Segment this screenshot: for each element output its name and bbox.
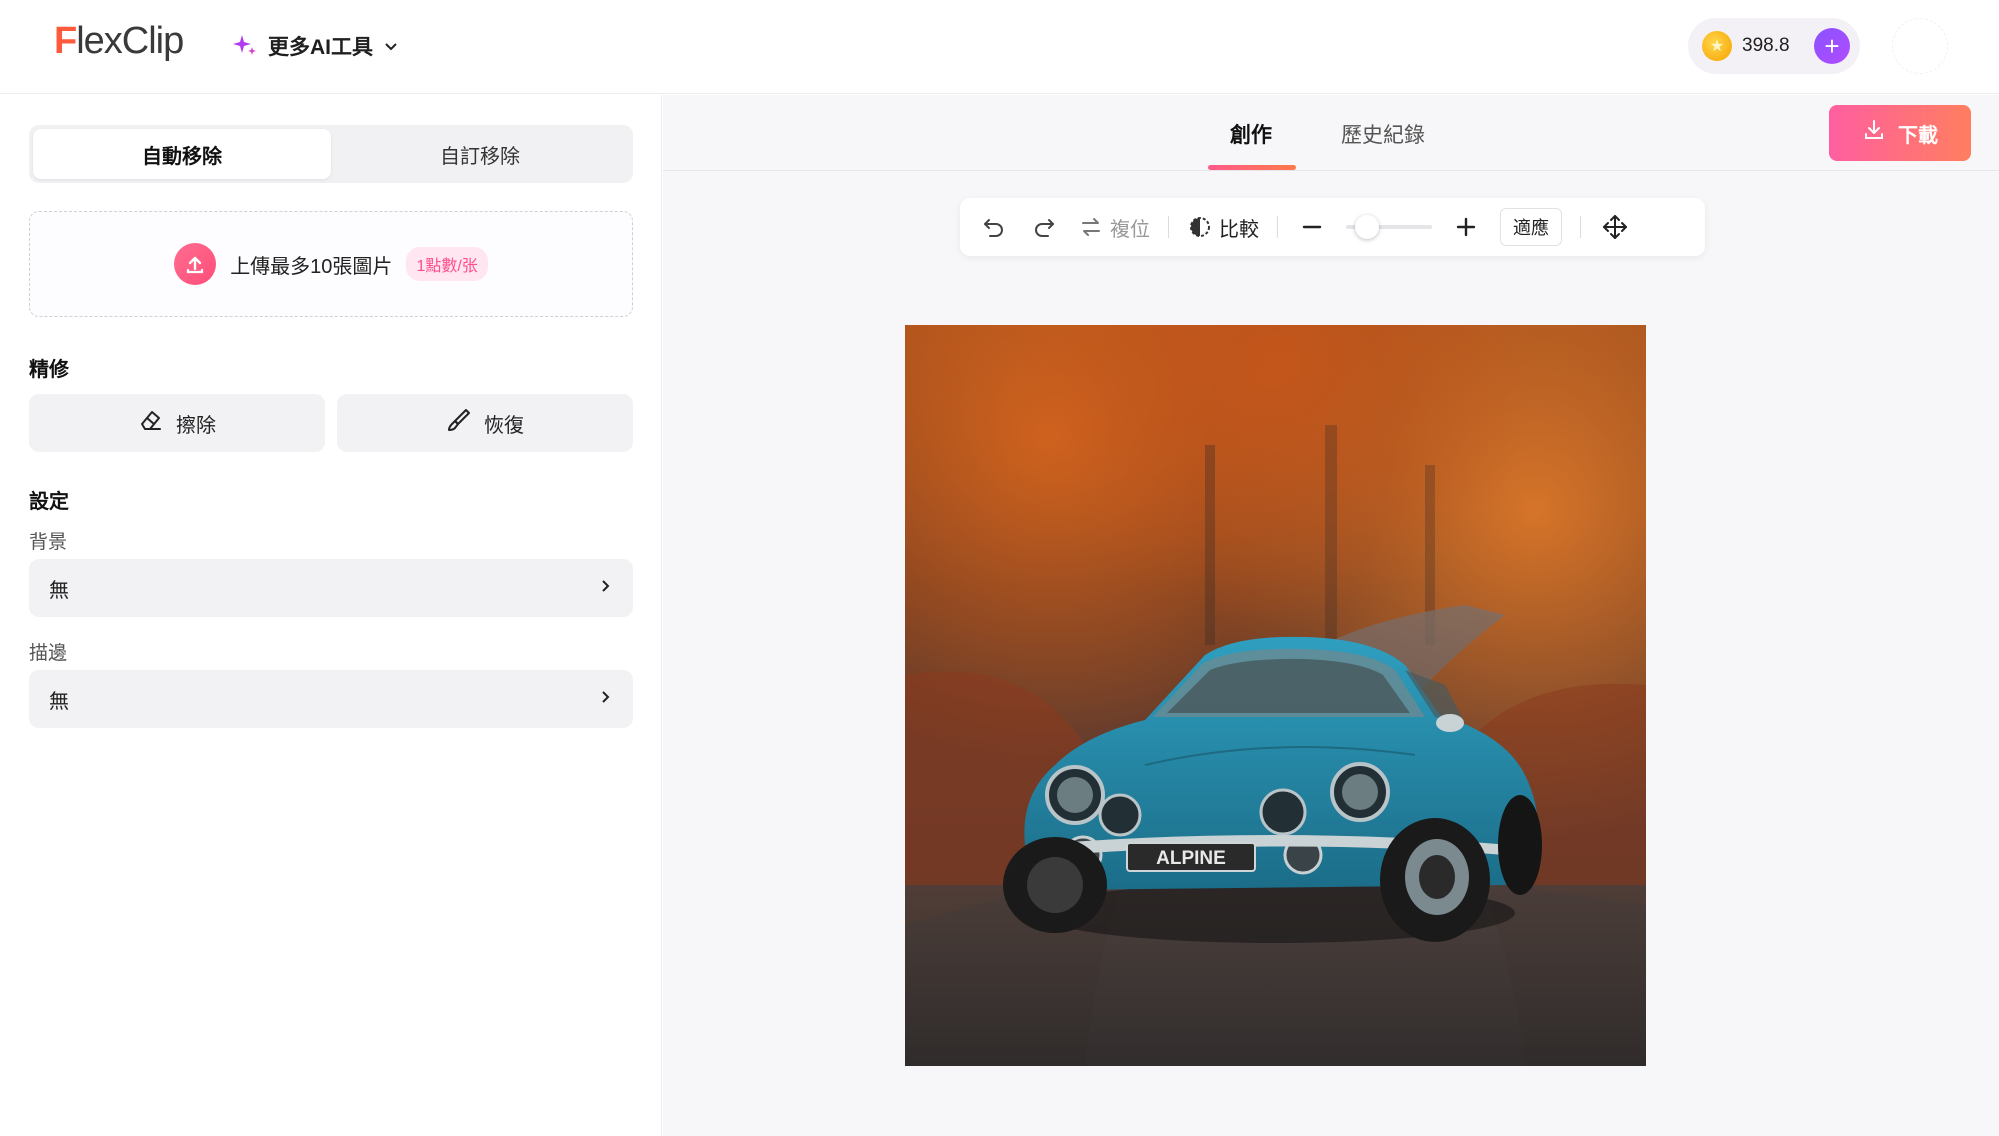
canvas-image[interactable]: ALPINE (905, 325, 1646, 1066)
chevron-down-icon (383, 38, 399, 54)
zoom-slider[interactable] (1346, 215, 1432, 239)
upload-label: 上傳最多10張圖片 (230, 255, 393, 278)
download-icon (1862, 118, 1886, 148)
reset-icon (1082, 218, 1100, 236)
redo-icon[interactable] (1028, 211, 1060, 243)
fit-button[interactable]: 適應 (1500, 208, 1562, 246)
download-label: 下載 (1898, 124, 1938, 147)
top-bar: FlexClip 更多AI工具 ★ 398.8 + (0, 0, 1999, 94)
license-plate-text: ALPINE (1156, 848, 1226, 869)
eraser-icon (138, 407, 164, 439)
settings-section-title: 設定 (29, 491, 69, 513)
brush-icon (446, 407, 472, 439)
tab-history[interactable]: 歷史紀錄 (1341, 119, 1425, 149)
zoom-in-icon[interactable] (1450, 211, 1482, 243)
add-credits-button[interactable]: + (1814, 28, 1850, 64)
chevron-right-icon (597, 688, 613, 711)
sparkle-icon (232, 33, 258, 59)
stroke-select[interactable]: 無 (29, 670, 633, 728)
tab-create[interactable]: 創作 (1230, 119, 1272, 149)
refine-section-title: 精修 (29, 359, 69, 381)
credits-balance[interactable]: ★ 398.8 + (1688, 18, 1860, 74)
stroke-value: 無 (49, 690, 69, 713)
toolbar-divider (1168, 216, 1169, 238)
canvas-toolbar: 複位 比較 適應 (960, 198, 1705, 256)
background-value: 無 (49, 579, 69, 602)
flexclip-logo[interactable]: FlexClip (54, 20, 184, 63)
restore-label: 恢復 (484, 414, 524, 437)
view-tabs: 創作 歷史紀錄 下載 (663, 95, 1999, 171)
reset-button[interactable]: 複位 (1078, 213, 1150, 242)
avatar[interactable] (1892, 18, 1948, 74)
compare-label: 比較 (1219, 218, 1259, 241)
erase-label: 擦除 (176, 414, 216, 437)
undo-icon[interactable] (978, 211, 1010, 243)
cost-badge: 1點數/张 (406, 247, 488, 281)
tab-custom-remove[interactable]: 自訂移除 (331, 129, 629, 179)
credits-value: 398.8 (1742, 35, 1790, 56)
more-ai-tools-label: 更多AI工具 (268, 36, 373, 59)
move-icon[interactable] (1599, 211, 1631, 243)
zoom-slider-thumb[interactable] (1355, 215, 1380, 239)
logo-text: lexClip (76, 20, 184, 62)
erase-button[interactable]: 擦除 (29, 394, 325, 452)
more-ai-tools-menu[interactable]: 更多AI工具 (232, 28, 399, 64)
upload-dropzone[interactable]: 上傳最多10張圖片 1點數/张 (29, 211, 633, 317)
background-select[interactable]: 無 (29, 559, 633, 617)
upload-icon (174, 243, 217, 285)
compare-icon (1190, 217, 1210, 237)
chevron-right-icon (597, 577, 613, 600)
tab-auto-remove[interactable]: 自動移除 (33, 129, 331, 179)
coin-icon: ★ (1702, 31, 1732, 61)
left-panel: 自動移除 自訂移除 上傳最多10張圖片 1點數/张 精修 擦除 恢復 設定 背景… (0, 95, 662, 1136)
toolbar-divider (1277, 216, 1278, 238)
compare-button[interactable]: 比較 (1187, 213, 1259, 242)
stroke-label: 描邊 (29, 643, 68, 664)
logo-letter: F (54, 20, 77, 62)
background-label: 背景 (29, 532, 68, 553)
restore-button[interactable]: 恢復 (337, 394, 633, 452)
removal-mode-tabs: 自動移除 自訂移除 (29, 125, 633, 183)
editor-area: 創作 歷史紀錄 下載 複位 比較 適應 ALPINE (663, 95, 1999, 1136)
toolbar-divider (1580, 216, 1581, 238)
zoom-out-icon[interactable] (1296, 211, 1328, 243)
download-button[interactable]: 下載 (1829, 105, 1971, 161)
reset-label: 複位 (1110, 218, 1150, 241)
car-photo: ALPINE (905, 325, 1646, 1066)
active-tab-indicator (1208, 165, 1296, 170)
